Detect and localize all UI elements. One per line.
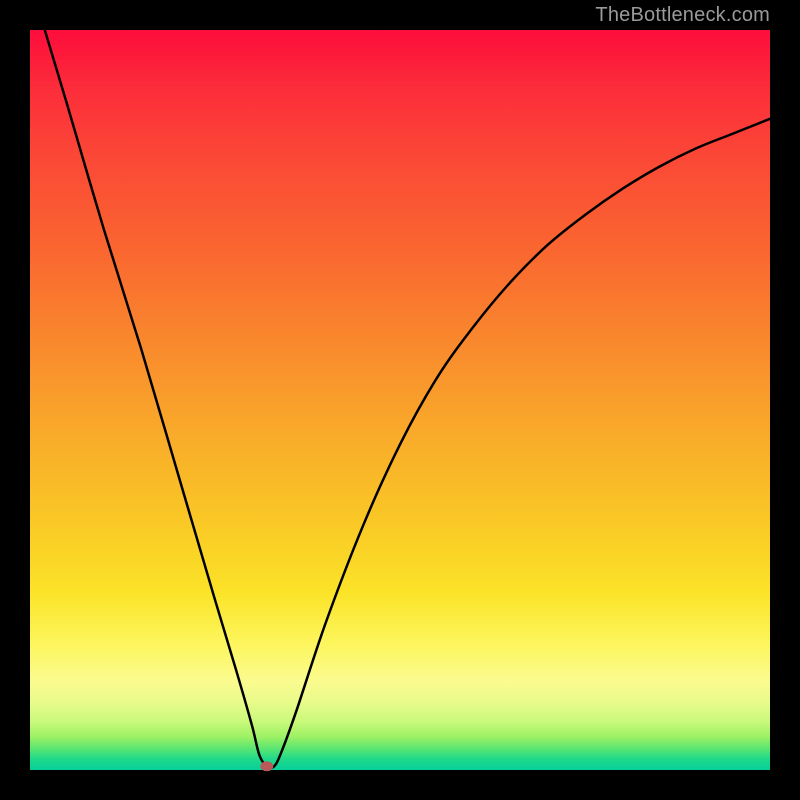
minimum-marker: [261, 762, 273, 771]
chart-frame: TheBottleneck.com: [0, 0, 800, 800]
curve-svg: [30, 30, 770, 770]
plot-area: [30, 30, 770, 770]
watermark-text: TheBottleneck.com: [595, 4, 770, 27]
bottleneck-curve: [45, 30, 770, 768]
